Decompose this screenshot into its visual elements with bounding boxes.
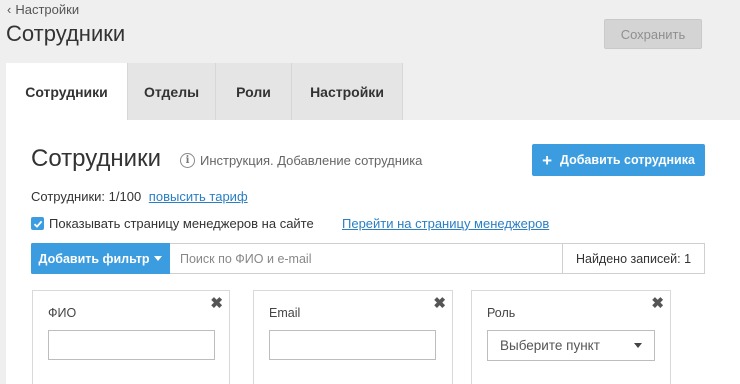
instruction-link[interactable]: i Инструкция. Добавление сотрудника — [180, 153, 422, 168]
caret-down-icon — [154, 256, 163, 261]
employees-panel: Сотрудники i Инструкция. Добавление сотр… — [6, 120, 740, 384]
filter-role-label: Роль — [487, 306, 516, 320]
add-employee-label: Добавить сотрудника — [560, 153, 695, 167]
filter-card-role: Роль ✖ Выберите пункт — [471, 290, 671, 384]
filter-email-label: Email — [269, 306, 301, 320]
page-title: Сотрудники — [6, 21, 126, 46]
close-icon[interactable]: ✖ — [210, 296, 223, 311]
close-icon[interactable]: ✖ — [651, 296, 664, 311]
employee-count-text: Сотрудники: 1/100 — [31, 189, 142, 204]
add-filter-button[interactable]: Добавить фильтр — [31, 243, 170, 274]
show-managers-row: Показывать страницу менеджеров на сайте — [31, 216, 314, 231]
filter-bar: Добавить фильтр Найдено записей: 1 — [31, 243, 705, 274]
save-button[interactable]: Сохранить — [604, 19, 702, 49]
records-found: Найдено записей: 1 — [562, 244, 704, 273]
show-managers-checkbox[interactable] — [31, 217, 44, 230]
role-select[interactable]: Выберите пункт — [487, 330, 655, 361]
show-managers-label: Показывать страницу менеджеров на сайте — [49, 216, 314, 231]
checkmark-icon — [33, 220, 42, 228]
filter-card-fio: ФИО ✖ — [32, 290, 230, 384]
filter-card-email: Email ✖ — [253, 290, 453, 384]
tab-settings[interactable]: Настройки — [292, 63, 403, 120]
fio-field[interactable] — [48, 330, 215, 360]
filter-fio-label: ФИО — [48, 306, 77, 320]
tab-roles[interactable]: Роли — [216, 63, 292, 120]
search-input[interactable] — [170, 244, 562, 273]
chevron-left-icon: ‹ — [7, 2, 12, 17]
add-filter-label: Добавить фильтр — [38, 251, 150, 266]
chevron-down-icon — [634, 343, 642, 348]
section-title: Сотрудники — [31, 145, 161, 172]
tab-departments[interactable]: Отделы — [128, 63, 216, 120]
managers-page-link[interactable]: Перейти на страницу менеджеров — [342, 216, 549, 231]
role-select-value: Выберите пункт — [500, 338, 600, 353]
back-label: Настройки — [15, 2, 80, 17]
add-employee-button[interactable]: + Добавить сотрудника — [532, 144, 705, 176]
tab-employees[interactable]: Сотрудники — [6, 63, 128, 120]
plus-icon: + — [542, 150, 553, 170]
back-link[interactable]: ‹ Настройки — [7, 2, 79, 17]
email-field[interactable] — [269, 330, 436, 360]
tab-bar: Сотрудники Отделы Роли Настройки — [6, 63, 403, 120]
instruction-label: Инструкция. Добавление сотрудника — [200, 153, 423, 168]
info-icon: i — [180, 153, 195, 168]
employee-count: Сотрудники: 1/100 повысить тариф — [31, 189, 248, 204]
upgrade-plan-link[interactable]: повысить тариф — [149, 189, 248, 204]
close-icon[interactable]: ✖ — [433, 296, 446, 311]
